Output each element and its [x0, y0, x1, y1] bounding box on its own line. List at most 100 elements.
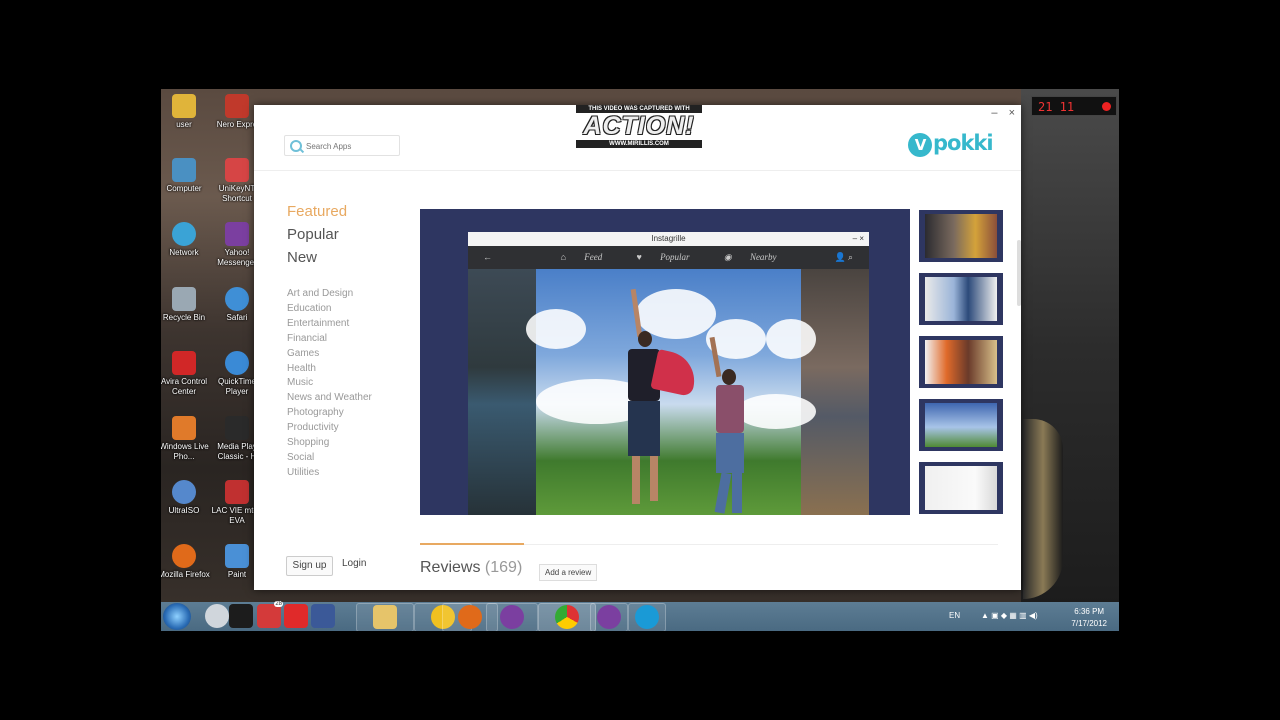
language-indicator[interactable]: EN: [949, 611, 960, 620]
nearby-tab: ◉ Nearby: [716, 252, 785, 262]
search-box[interactable]: [284, 135, 400, 156]
category-item[interactable]: Education: [287, 302, 372, 317]
category-item[interactable]: Health: [287, 362, 372, 377]
thumbnail-image: [925, 403, 997, 447]
start-button[interactable]: [163, 603, 191, 630]
pokki-window: – × THIS VIDEO WAS CAPTURED WITH ACTION!…: [254, 105, 1021, 590]
photo-gallery-icon: [172, 416, 196, 440]
desktop-icon-label: QuickTime Player: [218, 377, 256, 396]
category-item[interactable]: Art and Design: [287, 287, 372, 302]
featured-photo: [526, 269, 816, 515]
watermark-brand: ACTION!: [583, 112, 695, 140]
desktop-icon-label: UltraISO: [168, 506, 200, 515]
screenshot-thumbnail[interactable]: [918, 272, 1004, 326]
youtube-icon[interactable]: [284, 604, 308, 628]
yahoo-messenger-icon: [597, 605, 621, 629]
app-showcase[interactable]: Instagrille – × ← ⌂ Feed ♥ Popular ◉ Nea…: [420, 209, 910, 515]
nav-featured[interactable]: Featured: [287, 200, 347, 223]
nearby-tab-label: Nearby: [749, 252, 777, 262]
mail-badge: 28: [274, 601, 283, 607]
pokki-logo[interactable]: Vpokki: [908, 131, 994, 157]
nav-new[interactable]: New: [287, 246, 347, 269]
cloud: [526, 309, 586, 349]
desktop-icon-label: Yahoo! Messenger: [217, 248, 257, 267]
desktop-icon-label: user: [176, 120, 192, 129]
skype-icon: [635, 605, 659, 629]
category-item[interactable]: Shopping: [287, 436, 372, 451]
nav-popular[interactable]: Popular: [287, 223, 347, 246]
taskbar-skype[interactable]: [628, 603, 666, 631]
desktop-screen: user Nero Expre Computer UniKeyNT Shortc…: [161, 89, 1119, 631]
search-input[interactable]: [304, 138, 398, 155]
category-item[interactable]: Music: [287, 376, 372, 391]
clock-date: 7/17/2012: [1071, 619, 1107, 628]
app-title: Instagrille: [651, 234, 686, 243]
taskbar: 28 EN ▲ ▣ ◆ ▦ ▥ ◀) 6:36 PM 7/17/2012: [161, 601, 1119, 631]
cloud: [766, 319, 816, 359]
desktop-icon-label: Safari: [226, 313, 248, 322]
close-button[interactable]: ×: [1009, 107, 1015, 119]
avira-icon: [172, 351, 196, 375]
minimize-button[interactable]: –: [991, 107, 997, 119]
heart-icon: ♥: [636, 252, 642, 262]
category-item[interactable]: Entertainment: [287, 317, 372, 332]
wallpaper-car: [1023, 419, 1063, 599]
signup-button[interactable]: Sign up: [286, 556, 333, 576]
category-item[interactable]: Utilities: [287, 466, 372, 481]
screenshot-thumbnail[interactable]: [918, 209, 1004, 263]
location-pin-icon: ◉: [723, 252, 732, 262]
desktop-icon-label: Nero Expre: [216, 120, 258, 129]
unikey-icon: [225, 158, 249, 182]
screenshot-thumbnail-selected[interactable]: [916, 396, 1006, 454]
desktop-icon-label: Mozilla Firefox: [161, 570, 210, 579]
camera-icon[interactable]: [229, 604, 253, 628]
photo-right-strip: [801, 269, 869, 515]
taskbar-chrome[interactable]: [538, 603, 596, 631]
category-item[interactable]: Photography: [287, 406, 372, 421]
facebook-icon[interactable]: [311, 604, 335, 628]
category-item[interactable]: News and Weather: [287, 391, 372, 406]
category-item[interactable]: Productivity: [287, 421, 372, 436]
clock[interactable]: 6:36 PM 7/17/2012: [1071, 606, 1107, 630]
feed-tab: ⌂ Feed: [553, 252, 611, 262]
taskbar-yahoo[interactable]: [486, 603, 538, 631]
back-arrow-icon: ←: [483, 252, 492, 262]
folder-icon: [373, 605, 397, 629]
thumbnail-image: [925, 340, 997, 384]
screenshot-thumbnail[interactable]: [918, 335, 1004, 389]
media-player-icon: [225, 416, 249, 440]
thumbnail-image: [925, 214, 997, 258]
login-link[interactable]: Login: [342, 558, 366, 569]
thumbnail-image: [925, 466, 997, 510]
photo-left-strip: [468, 269, 536, 515]
watermark-url: WWW.MIRILLIS.COM: [576, 140, 702, 148]
user-search-icons: 👤 ⌕: [834, 252, 854, 262]
home-icon: ⌂: [560, 252, 566, 262]
main-nav: Featured Popular New: [287, 200, 347, 269]
disc-icon[interactable]: [205, 604, 229, 628]
header-divider: [254, 170, 1021, 171]
taskbar-yahoo-2[interactable]: [590, 603, 628, 631]
screenshot-thumbnail[interactable]: [918, 461, 1004, 515]
desktop-icon-label: Network: [169, 248, 199, 257]
search-icon: [290, 140, 302, 152]
thumbnail-image: [925, 277, 997, 321]
category-item[interactable]: Financial: [287, 332, 372, 347]
computer-icon: [172, 158, 196, 182]
scrollbar[interactable]: [1017, 240, 1021, 306]
paint-icon: [225, 544, 249, 568]
pokki-logo-mark: V: [908, 133, 932, 157]
quicktime-icon: [225, 351, 249, 375]
category-item[interactable]: Games: [287, 347, 372, 362]
add-review-button[interactable]: Add a review: [539, 564, 598, 581]
tray-icons[interactable]: ▲ ▣ ◆ ▦ ▥ ◀): [981, 611, 1038, 620]
yahoo-messenger-icon: [225, 222, 249, 246]
category-item[interactable]: Social: [287, 451, 372, 466]
category-nav: Art and Design Education Entertainment F…: [287, 287, 372, 481]
desktop-icon-label: Media Play Classic - H: [217, 442, 257, 461]
mail-icon[interactable]: 28: [257, 601, 283, 628]
recorder-widget[interactable]: 21 11: [1031, 96, 1117, 116]
pokki-logo-text: pokki: [933, 131, 994, 155]
taskbar-explorer[interactable]: [356, 603, 414, 631]
app-toolbar: ← ⌂ Feed ♥ Popular ◉ Nearby 👤 ⌕: [468, 246, 869, 269]
